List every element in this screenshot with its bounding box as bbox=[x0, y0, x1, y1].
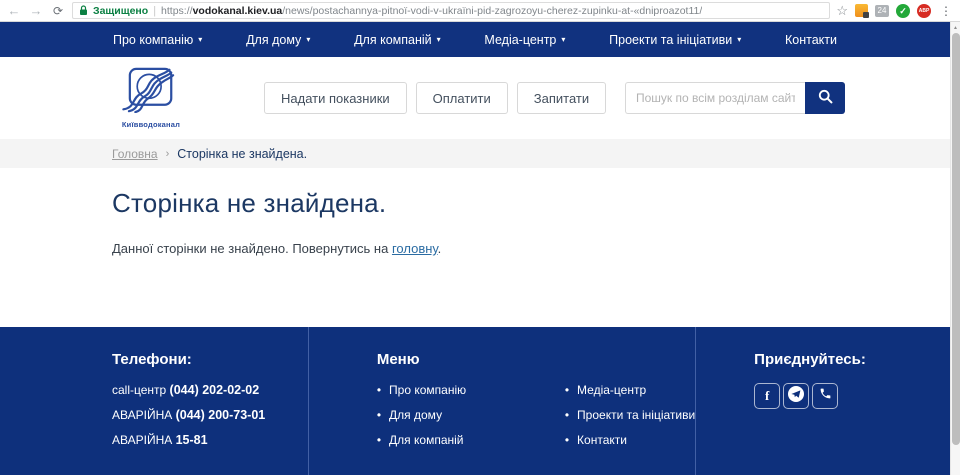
nav-item-projects[interactable]: Проекти та ініціативи▾ bbox=[609, 33, 741, 47]
back-icon[interactable]: ← bbox=[6, 3, 22, 18]
chevron-down-icon: ▾ bbox=[561, 35, 565, 44]
main-navigation: Про компанію▾ Для дому▾ Для компаній▾ Ме… bbox=[0, 22, 950, 57]
bullet-icon: • bbox=[565, 383, 569, 397]
adblock-extension-icon[interactable]: ABP bbox=[917, 4, 931, 18]
telegram-button[interactable] bbox=[783, 383, 809, 409]
bullet-icon: • bbox=[565, 408, 569, 422]
ask-button[interactable]: Запитати bbox=[517, 82, 606, 114]
submit-readings-button[interactable]: Надати показники bbox=[264, 82, 407, 114]
extension-icon[interactable] bbox=[855, 4, 868, 17]
kyivvodokanal-logo-icon bbox=[121, 67, 181, 118]
phone-emergency-2: АВАРІЙНА 15-81 bbox=[112, 433, 308, 447]
bullet-icon: • bbox=[377, 383, 381, 397]
bookmark-star-icon[interactable]: ☆ bbox=[836, 3, 848, 19]
chevron-down-icon: ▾ bbox=[437, 35, 441, 44]
breadcrumb-home-link[interactable]: Головна bbox=[112, 147, 158, 161]
footer-link-home-clients[interactable]: •Для дому bbox=[377, 408, 497, 422]
facebook-icon: f bbox=[765, 388, 769, 404]
browser-menu-icon[interactable]: ⋮ bbox=[938, 4, 954, 18]
phone-contact-button[interactable] bbox=[812, 383, 838, 409]
site-search bbox=[625, 82, 845, 114]
facebook-button[interactable]: f bbox=[754, 383, 780, 409]
browser-chrome: ← → ⟳ Защищено | https://vodokanal.kiev.… bbox=[0, 0, 960, 22]
url-text: https://vodokanal.kiev.ua/news/postachan… bbox=[161, 5, 702, 17]
nav-item-home-clients[interactable]: Для дому▾ bbox=[246, 33, 310, 47]
page-viewport: Про компанію▾ Для дому▾ Для компаній▾ Ме… bbox=[0, 22, 960, 475]
footer-link-media[interactable]: •Медіа-центр bbox=[565, 383, 695, 397]
checkmark-extension-icon[interactable]: ✓ bbox=[896, 4, 910, 18]
footer-link-about[interactable]: •Про компанію bbox=[377, 383, 497, 397]
telegram-icon bbox=[788, 386, 804, 407]
chrome-actions: ☆ 24 ✓ ABP ⋮ bbox=[836, 3, 954, 19]
social-title: Приєднуйтесь: bbox=[754, 351, 950, 368]
search-input[interactable] bbox=[625, 82, 805, 114]
page-scrollbar[interactable]: ▲ bbox=[950, 22, 960, 475]
footer-social-column: Приєднуйтесь: f bbox=[695, 327, 950, 475]
phone-icon bbox=[819, 387, 832, 405]
footer-menu-title: Меню bbox=[377, 351, 695, 368]
forward-icon[interactable]: → bbox=[28, 3, 44, 18]
search-icon bbox=[817, 88, 834, 108]
nav-item-contacts[interactable]: Контакти bbox=[785, 33, 837, 47]
padlock-icon bbox=[79, 5, 88, 16]
bullet-icon: • bbox=[565, 433, 569, 447]
logo-text: Київводоканал bbox=[122, 120, 180, 129]
chevron-down-icon: ▾ bbox=[198, 35, 202, 44]
footer-link-projects[interactable]: •Проекти та ініціативи bbox=[565, 408, 695, 422]
footer-link-companies[interactable]: •Для компаній bbox=[377, 433, 497, 447]
page-title: Сторінка не знайдена. bbox=[112, 188, 950, 219]
nav-item-companies[interactable]: Для компаній▾ bbox=[354, 33, 441, 47]
scrollbar-thumb[interactable] bbox=[952, 33, 960, 445]
phone-emergency-1: АВАРІЙНА (044) 200-73-01 bbox=[112, 408, 308, 422]
pay-button[interactable]: Оплатити bbox=[416, 82, 508, 114]
nav-item-about[interactable]: Про компанію▾ bbox=[113, 33, 202, 47]
refresh-icon[interactable]: ⟳ bbox=[50, 4, 66, 18]
chevron-down-icon: ▾ bbox=[306, 35, 310, 44]
site-logo[interactable]: Київводоканал bbox=[112, 67, 190, 129]
search-button[interactable] bbox=[805, 82, 845, 114]
nav-item-media[interactable]: Медіа-центр▾ bbox=[484, 33, 565, 47]
main-content: Сторінка не знайдена. Данної сторінки не… bbox=[0, 168, 950, 327]
header-actions: Надати показники Оплатити Запитати bbox=[264, 82, 606, 114]
home-page-link[interactable]: головну bbox=[392, 241, 438, 256]
chevron-down-icon: ▾ bbox=[737, 35, 741, 44]
breadcrumb: Головна › Сторінка не знайдена. bbox=[0, 139, 950, 168]
bullet-icon: • bbox=[377, 433, 381, 447]
phone-call-center: call-центр (044) 202-02-02 bbox=[112, 383, 308, 397]
site-header: Київводоканал Надати показники Оплатити … bbox=[0, 57, 950, 139]
footer-link-contacts[interactable]: •Контакти bbox=[565, 433, 695, 447]
footer-phones-column: Телефони: call-центр (044) 202-02-02 АВА… bbox=[0, 327, 308, 475]
scroll-up-icon[interactable]: ▲ bbox=[951, 22, 960, 32]
security-label: Защищено bbox=[93, 5, 148, 17]
phones-title: Телефони: bbox=[112, 351, 308, 368]
breadcrumb-current: Сторінка не знайдена. bbox=[177, 147, 307, 161]
footer-menu-list-1: •Про компанію •Для дому •Для компаній bbox=[377, 383, 497, 458]
extension-badge[interactable]: 24 bbox=[875, 5, 889, 17]
footer-menu-list-2: •Медіа-центр •Проекти та ініціативи •Кон… bbox=[565, 383, 695, 458]
bullet-icon: • bbox=[377, 408, 381, 422]
site-footer: Телефони: call-центр (044) 202-02-02 АВА… bbox=[0, 327, 950, 475]
footer-menu-column: Меню •Про компанію •Для дому •Для компан… bbox=[308, 327, 695, 475]
address-bar[interactable]: Защищено | https://vodokanal.kiev.ua/new… bbox=[72, 2, 830, 19]
not-found-message: Данної сторінки не знайдено. Повернутись… bbox=[112, 241, 950, 256]
url-separator: | bbox=[153, 5, 156, 17]
breadcrumb-separator-icon: › bbox=[166, 148, 170, 160]
